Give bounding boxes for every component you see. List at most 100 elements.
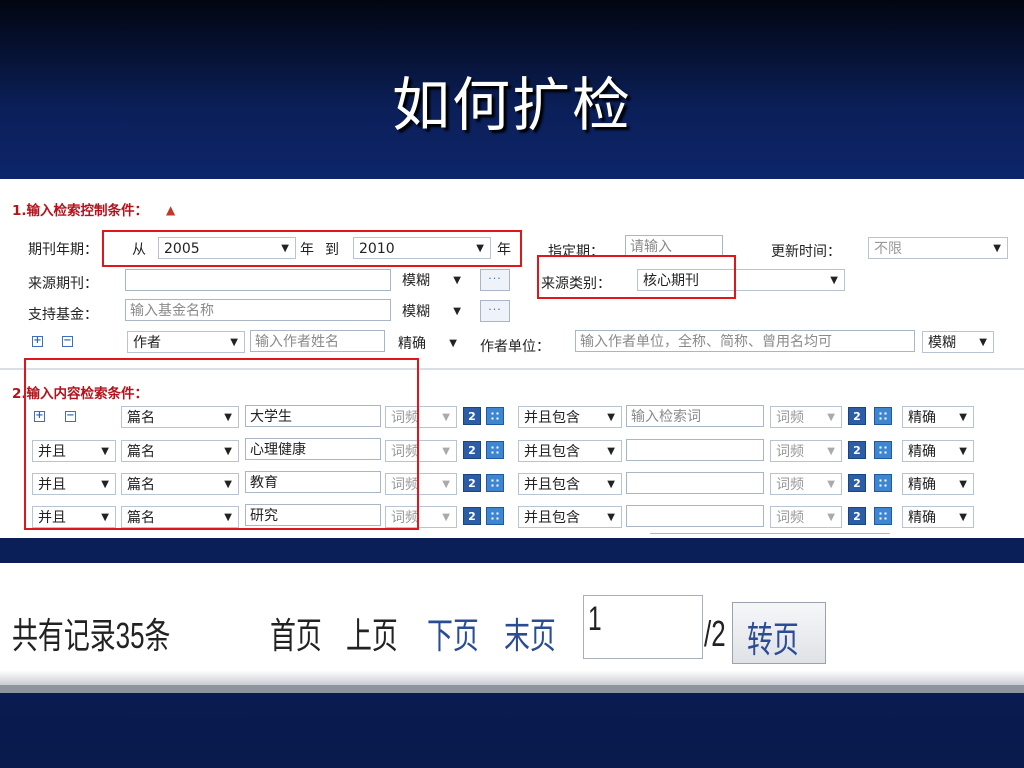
to-text: 到 (325, 242, 339, 258)
related-terms-icon[interactable] (874, 474, 892, 492)
update-time-label: 更新时间： (771, 244, 841, 260)
search-term-input[interactable]: 心理健康 (245, 438, 381, 460)
dropdown-arrow-icon: ▼ (224, 512, 232, 523)
logic-select[interactable]: 并且 ▼ (32, 506, 116, 528)
dropdown-arrow-icon: ▼ (827, 479, 835, 490)
remove-row-icon[interactable]: − (62, 336, 73, 347)
issue-input[interactable]: 请输入 (625, 235, 723, 257)
author-unit-mode-select[interactable]: 模糊 ▼ (922, 331, 994, 353)
frequency-select[interactable]: 词频 ▼ (770, 473, 842, 495)
dropdown-arrow-icon: ▼ (607, 479, 615, 490)
term-expand-icon[interactable]: 2 (848, 474, 866, 492)
collapse-arrow-icon[interactable]: ▲ (166, 203, 175, 217)
year-unit-label: 年 (497, 242, 511, 258)
dropdown-arrow-icon: ▼ (607, 512, 615, 523)
year-label: 期刊年期： (28, 242, 98, 258)
field-select[interactable]: 篇名 ▼ (121, 440, 239, 462)
field-select[interactable]: 篇名 ▼ (121, 506, 239, 528)
search-term-input[interactable]: 研究 (245, 504, 381, 526)
frequency-select[interactable]: 词频 ▼ (385, 473, 457, 495)
match-mode-select[interactable]: 精确 ▼ (902, 440, 974, 462)
fund-browse-button[interactable]: ··· (480, 300, 510, 322)
frequency-select[interactable]: 词频 ▼ (770, 406, 842, 428)
fund-input[interactable]: 输入基金名称 (125, 299, 391, 321)
term-expand-icon[interactable]: 2 (463, 441, 481, 459)
source-journal-browse-button[interactable]: ··· (480, 269, 510, 291)
section-divider (0, 368, 1024, 370)
record-count: 共有记录35条 (12, 615, 171, 656)
source-journal-label: 来源期刊： (28, 276, 98, 292)
frequency-select[interactable]: 词频 ▼ (385, 506, 457, 528)
author-mode-select[interactable]: 精确 ▼ (392, 332, 464, 354)
field-select[interactable]: 篇名 ▼ (121, 406, 239, 428)
frequency-select[interactable]: 词频 ▼ (770, 506, 842, 528)
term-expand-icon[interactable]: 2 (463, 507, 481, 525)
dropdown-arrow-icon: ▼ (959, 479, 967, 490)
year-from-select[interactable]: 2005 ▼ (158, 237, 296, 259)
dropdown-arrow-icon: ▼ (442, 479, 450, 490)
second-term-input[interactable] (626, 472, 764, 494)
author-input[interactable]: 输入作者姓名 (250, 330, 385, 352)
frequency-select[interactable]: 词频 ▼ (385, 406, 457, 428)
author-unit-input[interactable]: 输入作者单位，全称、简称、曾用名均可 (575, 330, 915, 352)
year-to-select[interactable]: 2010 ▼ (353, 237, 491, 259)
from-text: 从 (132, 242, 146, 258)
dropdown-arrow-icon: ▼ (101, 479, 109, 490)
update-time-select[interactable]: 不限 ▼ (868, 237, 1008, 259)
add-row-icon[interactable]: + (34, 411, 45, 422)
term-expand-icon[interactable]: 2 (463, 407, 481, 425)
term-expand-icon[interactable]: 2 (463, 474, 481, 492)
search-term-input[interactable]: 大学生 (245, 405, 381, 427)
relation-select[interactable]: 并且包含 ▼ (518, 473, 622, 495)
frequency-select[interactable]: 词频 ▼ (770, 440, 842, 462)
page-number-input[interactable]: 1 (583, 595, 703, 659)
match-mode-select[interactable]: 精确 ▼ (902, 506, 974, 528)
dropdown-arrow-icon: ▼ (607, 446, 615, 457)
frequency-select[interactable]: 词频 ▼ (385, 440, 457, 462)
dropdown-arrow-icon: ▼ (476, 243, 484, 254)
prev-page-link[interactable]: 上页 (346, 607, 398, 659)
match-mode-select[interactable]: 精确 ▼ (902, 406, 974, 428)
source-journal-mode-select[interactable]: 模糊 ▼ (396, 269, 468, 291)
logic-select[interactable]: 并且 ▼ (32, 440, 116, 462)
source-journal-input[interactable] (125, 269, 391, 291)
search-term-input[interactable]: 教育 (245, 471, 381, 493)
related-terms-icon[interactable] (874, 507, 892, 525)
term-expand-icon[interactable]: 2 (848, 407, 866, 425)
dropdown-arrow-icon: ▼ (442, 512, 450, 523)
relation-select[interactable]: 并且包含 ▼ (518, 440, 622, 462)
dropdown-arrow-icon: ▼ (449, 338, 457, 349)
fund-mode-select[interactable]: 模糊 ▼ (396, 300, 468, 322)
related-terms-icon[interactable] (874, 407, 892, 425)
logic-select[interactable]: 并且 ▼ (32, 473, 116, 495)
page-number-value: 1 (588, 600, 602, 638)
issue-label: 指定期： (548, 244, 604, 260)
next-page-link[interactable]: 下页 (427, 607, 479, 659)
related-terms-icon[interactable] (486, 474, 504, 492)
related-terms-icon[interactable] (486, 407, 504, 425)
dropdown-arrow-icon: ▼ (830, 275, 838, 286)
second-term-input[interactable] (626, 505, 764, 527)
source-type-select[interactable]: 核心期刊 ▼ (637, 269, 845, 291)
dropdown-arrow-icon: ▼ (453, 275, 461, 286)
second-term-input[interactable]: 输入检索词 (626, 405, 764, 427)
field-select[interactable]: 篇名 ▼ (121, 473, 239, 495)
go-to-page-button[interactable]: 转页 (732, 602, 826, 664)
last-page-link[interactable]: 末页 (504, 607, 556, 659)
term-expand-icon[interactable]: 2 (848, 507, 866, 525)
related-terms-icon[interactable] (486, 441, 504, 459)
relation-select[interactable]: 并且包含 ▼ (518, 406, 622, 428)
dropdown-arrow-icon: ▼ (607, 412, 615, 423)
related-terms-icon[interactable] (486, 507, 504, 525)
page-total: /2 (704, 613, 726, 654)
content-section-title: 2.输入内容检索条件： (12, 386, 149, 402)
second-term-input[interactable] (626, 439, 764, 461)
author-field-select[interactable]: 作者 ▼ (127, 331, 245, 353)
match-mode-select[interactable]: 精确 ▼ (902, 473, 974, 495)
related-terms-icon[interactable] (874, 441, 892, 459)
relation-select[interactable]: 并且包含 ▼ (518, 506, 622, 528)
remove-row-icon[interactable]: − (65, 411, 76, 422)
add-row-icon[interactable]: + (32, 336, 43, 347)
term-expand-icon[interactable]: 2 (848, 441, 866, 459)
first-page-link[interactable]: 首页 (270, 607, 322, 659)
